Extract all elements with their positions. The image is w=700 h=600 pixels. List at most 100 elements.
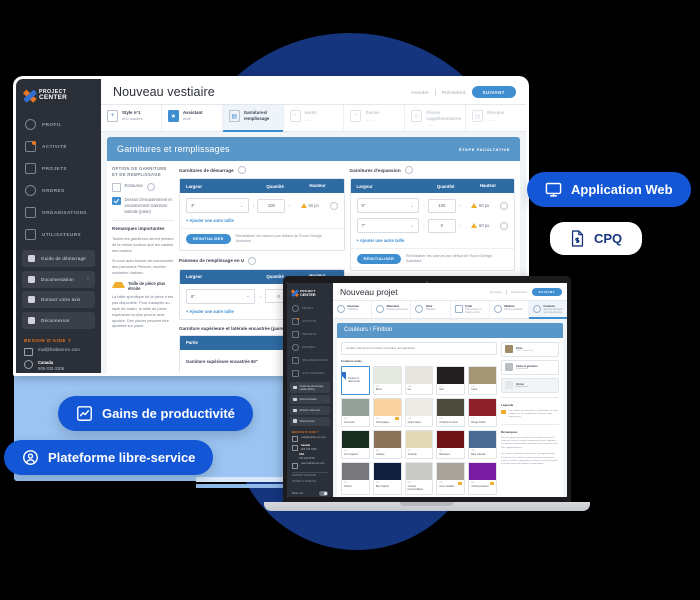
laptop-app-logo[interactable]: PROJECT CENTER — [287, 286, 333, 302]
laptop-sidebar-button-documentation[interactable]: Documentation › — [290, 395, 330, 404]
delete-row-icon[interactable] — [329, 201, 338, 210]
badge-gains-productivite[interactable]: Gains de productivité — [58, 396, 253, 431]
laptop-tab-materiel[interactable]: Matériel Chromé standard — [490, 301, 529, 318]
largeur-select[interactable]: 8" ⌄ — [186, 288, 255, 304]
color-swatch[interactable]: 181 Cabane — [372, 430, 402, 460]
tab-assistant[interactable]: ★ Assistant Actif — [162, 105, 223, 131]
sidebar-item-projets[interactable]: PROJETS — [16, 157, 101, 179]
sidebar-button-documentation[interactable]: Documentation › — [22, 270, 95, 288]
laptop-tab-materiaux[interactable]: Matériaux Produit économique — [372, 301, 412, 318]
sidebar-item-utilisateurs[interactable]: UTILISATEURS — [16, 223, 101, 245]
color-swatch[interactable]: 487 Bordeaux — [436, 430, 466, 460]
badge-application-web[interactable]: Application Web — [527, 172, 691, 207]
largeur-select[interactable]: 3" ⌄ — [186, 198, 249, 213]
laptop-sidebar-item-utilisateurs[interactable]: UTILISATEURS — [287, 367, 333, 380]
largeur-select[interactable]: 5" ⌄ — [356, 198, 420, 213]
badge-plateforme-libre-service[interactable]: Plateforme libre-service — [4, 440, 214, 475]
cancel-link[interactable]: Annuler — [411, 90, 429, 95]
tab-socles[interactable]: + Socles ____ — [344, 105, 406, 131]
color-swatch[interactable]: Couleur à déterminer — [341, 365, 370, 395]
sidebar-button-feedback[interactable]: Donnez votre avis — [22, 291, 95, 308]
side-item-porte[interactable]: Porte 108 - Calme clair — [501, 341, 559, 357]
laptop-sidebar-button-feedback[interactable]: Donnez votre avis — [290, 405, 330, 415]
stepper-decrement-icon[interactable]: ‹ — [260, 294, 262, 299]
color-swatch[interactable]: 128 Lamé — [468, 365, 497, 395]
info-icon[interactable] — [248, 256, 257, 265]
laptop-sidebar-item-organisations[interactable]: ORGANISATIONS — [287, 354, 333, 367]
stepper-increment-icon[interactable]: › — [288, 203, 290, 208]
color-swatch[interactable]: 987 Gris métallisé — [436, 462, 466, 495]
stepper-increment-icon[interactable]: › — [459, 203, 461, 208]
laptop-tab-nouveau[interactable]: Nouveau TURKING — [333, 301, 373, 318]
color-swatch[interactable]: 494 Bleu colonial — [468, 430, 497, 460]
checkbox-encastrement[interactable]: Dessus d'encastrement et encastrement Ga… — [112, 196, 174, 215]
help-phone-row[interactable]: Canada 905-333-3308 — [292, 444, 328, 451]
sidebar-button-guide[interactable]: Guide de démarrage — [22, 250, 95, 267]
side-item-verrou[interactable]: Verrou À déterminer — [501, 377, 559, 393]
help-phone-row-usa[interactable]: USA 440-942-8715 — [292, 453, 328, 460]
color-swatch[interactable]: 100 Blanc — [372, 365, 402, 395]
help-email-row[interactable]: mail@harbian-inc.com — [24, 347, 93, 356]
laptop-sidebar-button-logout[interactable]: Déconnexion — [290, 416, 330, 426]
laptop-sidebar-item-projets[interactable]: PROJETS — [287, 328, 333, 341]
previous-link[interactable]: Précédent — [511, 290, 527, 294]
reset-button[interactable]: RÉINITIALISER — [356, 254, 402, 265]
tab-pieces[interactable]: ⚙ Pièces supplémentaires ____ — [405, 105, 467, 131]
laptop-sidebar-item-activite[interactable]: ACTIVITÉ — [287, 315, 333, 328]
color-swatch[interactable]: 102 Noir — [436, 365, 466, 395]
stepper-decrement-icon[interactable]: ‹ — [253, 203, 255, 208]
reset-button[interactable]: RÉINITIALISER — [186, 234, 231, 245]
color-swatch[interactable]: 176 Rouge Rubis — [468, 397, 497, 428]
next-button[interactable]: SUIVANT — [531, 287, 562, 297]
next-button[interactable]: SUIVANT — [471, 86, 516, 98]
laptop-sidebar-item-ordres[interactable]: ORDRES — [287, 341, 333, 354]
checkbox-rehausse[interactable]: Rehausse — [112, 183, 174, 192]
sidebar-button-logout[interactable]: Déconnexion — [22, 311, 95, 329]
color-swatch[interactable]: 103 Gris acier — [341, 397, 370, 428]
stepper-decrement-icon[interactable]: ‹ — [423, 223, 425, 228]
color-swatch[interactable]: 147 Hélène — [341, 462, 370, 495]
color-swatch[interactable]: 140 Charbon de bois — [436, 397, 466, 428]
quantite-stepper[interactable]: ‹ 100 › — [423, 198, 461, 213]
help-web-row[interactable]: www.hadrian-inc.com — [292, 462, 328, 469]
stepper-increment-icon[interactable]: › — [459, 223, 461, 228]
quantite-value[interactable]: 100 — [427, 198, 456, 213]
largeur-select[interactable]: 7" ⌄ — [356, 218, 420, 233]
laptop-sidebar-item-profil[interactable]: PROFIL — [287, 302, 333, 315]
help-email-row[interactable]: mail@hadrian-inc.com — [292, 436, 328, 443]
color-swatch[interactable]: 997 Couleur personnalisée — [404, 462, 434, 495]
quantite-value[interactable]: 0 — [427, 218, 456, 233]
add-size-link[interactable]: + Ajouter une autre taille — [351, 238, 515, 248]
badge-cpq[interactable]: CPQ — [550, 222, 643, 255]
quantite-stepper[interactable]: ‹ 100 › — [253, 198, 290, 213]
color-swatch[interactable]: 984 Transit puissant — [468, 462, 497, 495]
laptop-sidebar-button-guide[interactable]: Guide de démarrage rapide (RDA) — [290, 382, 330, 394]
laptop-tab-serie[interactable]: Série Standard — [411, 301, 451, 318]
help-phone-row[interactable]: Canada 905-333-3308 — [24, 360, 93, 372]
sidebar-item-ordres[interactable]: ORDRES — [16, 179, 101, 201]
tab-style[interactable]: + Style n°1 400 casiers — [101, 105, 162, 131]
app-logo[interactable]: PROJECT CENTER — [16, 85, 101, 111]
color-swatch[interactable]: 106 Lin — [404, 365, 434, 395]
color-swatch[interactable]: 111 Bleu Saphir — [372, 462, 402, 495]
add-size-link[interactable]: + Ajouter une autre taille — [180, 218, 344, 228]
quantite-value[interactable]: 100 — [257, 198, 286, 213]
sidebar-item-activite[interactable]: ACTIVITÉ — [16, 135, 101, 157]
delete-row-icon[interactable] — [500, 201, 509, 210]
quantite-stepper[interactable]: ‹ 0 › — [423, 218, 461, 233]
info-icon[interactable] — [404, 166, 413, 174]
laptop-tab-toilet[interactable]: Toilet Toilet cloison et cloison urinoir — [451, 301, 490, 318]
laptop-tab-couleurs[interactable]: Couleurs Tous les éléments sont sélection… — [528, 301, 567, 319]
night-mode-toggle[interactable]: Mode nuit — [287, 488, 333, 497]
previous-link[interactable]: Précédent — [442, 90, 466, 95]
color-swatch[interactable]: 167 Vert toujours — [341, 430, 370, 460]
info-icon[interactable] — [237, 166, 246, 174]
sidebar-item-profil[interactable]: PROFIL — [16, 113, 101, 135]
tab-garnitures[interactable]: ▤ Garnitures/ remplissage — [222, 105, 284, 132]
tab-hauts[interactable]: + Hauts ____ — [284, 105, 345, 131]
color-swatch[interactable]: 141 Cèdre blanc — [404, 397, 434, 428]
info-icon[interactable] — [146, 183, 155, 192]
stepper-decrement-icon[interactable]: ‹ — [423, 203, 425, 208]
color-swatch[interactable]: 470 Amande — [404, 430, 434, 460]
color-swatch[interactable]: 146 Champagne — [372, 397, 402, 428]
